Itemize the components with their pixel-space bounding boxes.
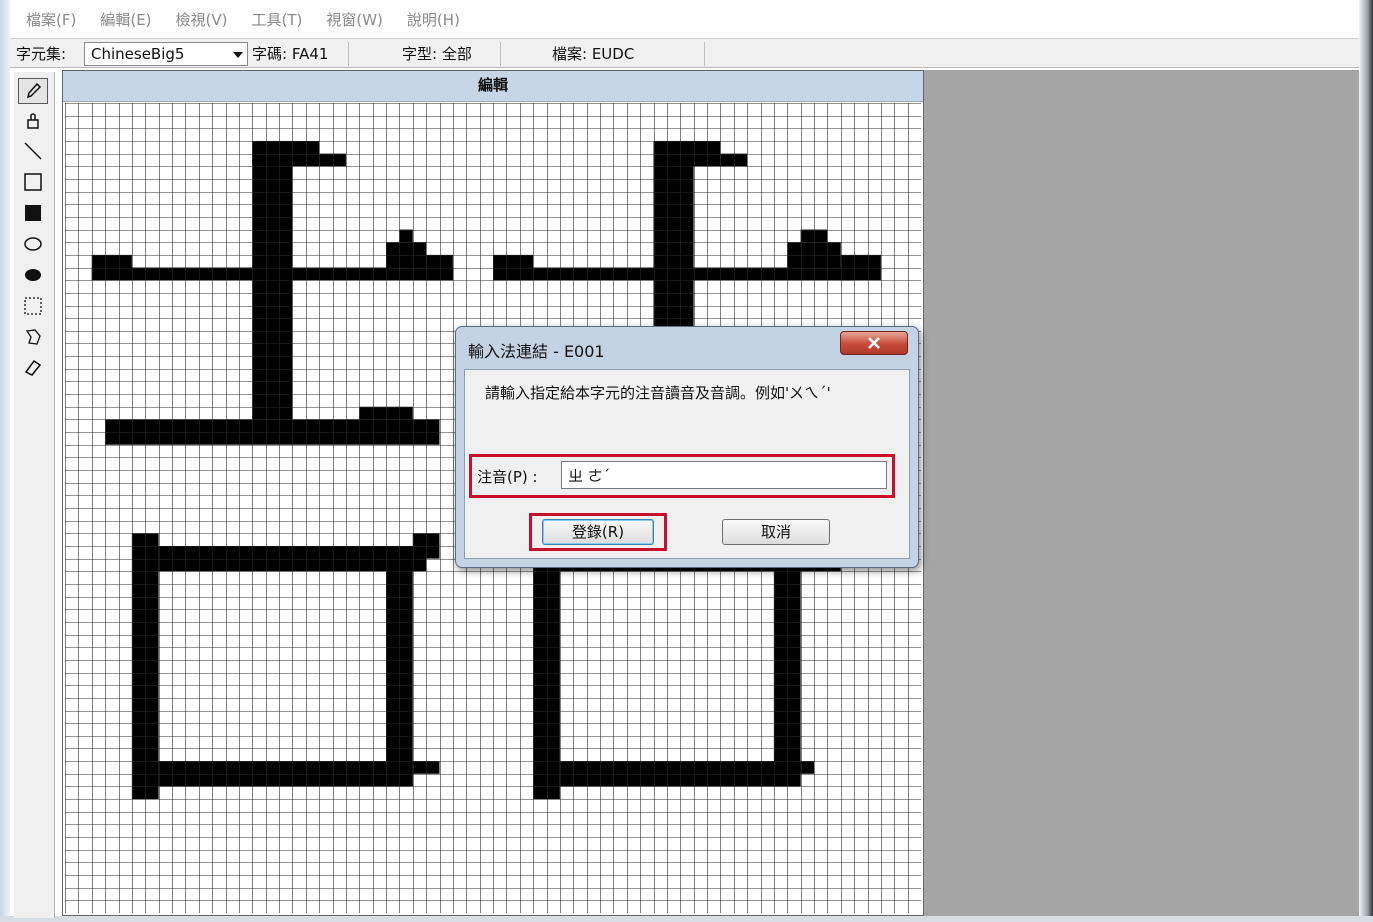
line-tool[interactable]	[18, 138, 48, 164]
window-bottom-edge	[0, 916, 1373, 922]
chevron-down-icon	[233, 52, 243, 58]
filled-pixel-block	[412, 533, 440, 559]
line-icon	[24, 142, 42, 160]
register-button[interactable]: 登錄(R)	[542, 519, 654, 545]
editor-title: 編輯	[63, 71, 923, 102]
filled-pixel-block	[412, 761, 440, 774]
window-left-edge	[0, 0, 10, 922]
charset-value: ChineseBig5	[91, 45, 185, 63]
menu-window[interactable]: 視窗(W)	[326, 9, 383, 30]
filled-pixel-block	[800, 229, 828, 243]
filled-pixel-block	[840, 254, 881, 281]
cancel-button[interactable]: 取消	[722, 519, 830, 545]
zhuyin-input[interactable]	[561, 461, 887, 489]
charset-select[interactable]: ChineseBig5	[84, 42, 248, 66]
menu-file[interactable]: 檔案(F)	[26, 9, 76, 30]
brush-icon	[27, 113, 39, 129]
font-label: 字型: 全部	[402, 45, 472, 63]
menu-help[interactable]: 說明(H)	[407, 9, 460, 30]
file-label: 檔案: EUDC	[552, 45, 635, 63]
pencil-icon	[26, 82, 42, 99]
freeform-select-tool[interactable]	[18, 324, 48, 350]
filled-pixel-block	[319, 153, 346, 167]
dialog-close-button[interactable]	[840, 331, 908, 355]
hollow-rectangle-tool[interactable]	[18, 169, 48, 195]
filled-pixel-block	[426, 254, 453, 281]
filled-pixel-block	[653, 140, 721, 167]
info-toolbar: 字元集: ChineseBig5 字碼: FA41 字型: 全部 檔案: EUD…	[10, 38, 1359, 68]
filled-pixel-block	[386, 242, 427, 268]
dialog-body: 請輸入指定給本字元的注音讀音及音調。例如'ㄨㄟˊ' 注音(P) : 登錄(R) …	[464, 369, 910, 559]
tool-palette	[14, 72, 55, 918]
eraser-tool[interactable]	[18, 354, 48, 380]
filled-pixel-block	[533, 533, 560, 800]
toolbar-divider	[500, 42, 501, 66]
filled-ellipse-icon	[25, 269, 41, 281]
dialog-title: 輸入法連結 - E001	[468, 342, 605, 361]
menu-view[interactable]: 檢視(V)	[176, 9, 228, 30]
filled-pixel-block	[787, 242, 841, 268]
brush-tool[interactable]	[18, 108, 48, 134]
toolbar-divider	[348, 42, 349, 66]
filled-pixel-block	[800, 761, 814, 774]
filled-rectangle-icon	[25, 205, 41, 221]
window-right-edge	[1359, 0, 1373, 922]
filled-pixel-block	[158, 761, 413, 787]
filled-rectangle-tool[interactable]	[18, 200, 48, 226]
filled-ellipse-tool[interactable]	[18, 262, 48, 288]
filled-pixel-block	[359, 406, 413, 420]
charset-label: 字元集:	[16, 45, 67, 63]
rectangular-select-tool[interactable]	[18, 293, 48, 319]
filled-pixel-block	[720, 153, 748, 167]
toolbar-divider	[704, 42, 705, 66]
filled-pixel-block	[493, 267, 855, 281]
menu-tools[interactable]: 工具(T)	[252, 9, 303, 30]
filled-pixel-block	[252, 140, 320, 167]
hollow-ellipse-tool[interactable]	[18, 231, 48, 257]
zhuyin-label: 注音(P) :	[477, 468, 538, 486]
dialog-prompt: 請輸入指定給本字元的注音讀音及音調。例如'ㄨㄟˊ'	[485, 384, 831, 402]
filled-pixel-block	[91, 267, 453, 281]
rectangular-select-icon	[24, 297, 42, 315]
char-code-label: 字碼: FA41	[252, 45, 329, 63]
eraser-icon	[24, 359, 42, 376]
app-window: 檔案(F) 編輯(E) 檢視(V) 工具(T) 視窗(W) 說明(H) 字元集:…	[0, 0, 1373, 922]
reference-pane	[924, 70, 1359, 916]
input-method-link-dialog: 輸入法連結 - E001 請輸入指定給本字元的注音讀音及音調。例如'ㄨㄟˊ' 注…	[455, 326, 919, 568]
menu-edit[interactable]: 編輯(E)	[100, 9, 151, 30]
menu-bar: 檔案(F) 編輯(E) 檢視(V) 工具(T) 視窗(W) 說明(H)	[10, 0, 1359, 38]
freeform-select-icon	[25, 329, 41, 345]
hollow-ellipse-icon	[24, 237, 42, 251]
filled-pixel-block	[105, 419, 440, 445]
filled-pixel-block	[399, 229, 413, 243]
hollow-rectangle-icon	[24, 173, 42, 191]
close-icon	[868, 337, 880, 349]
pencil-tool[interactable]	[18, 78, 48, 104]
